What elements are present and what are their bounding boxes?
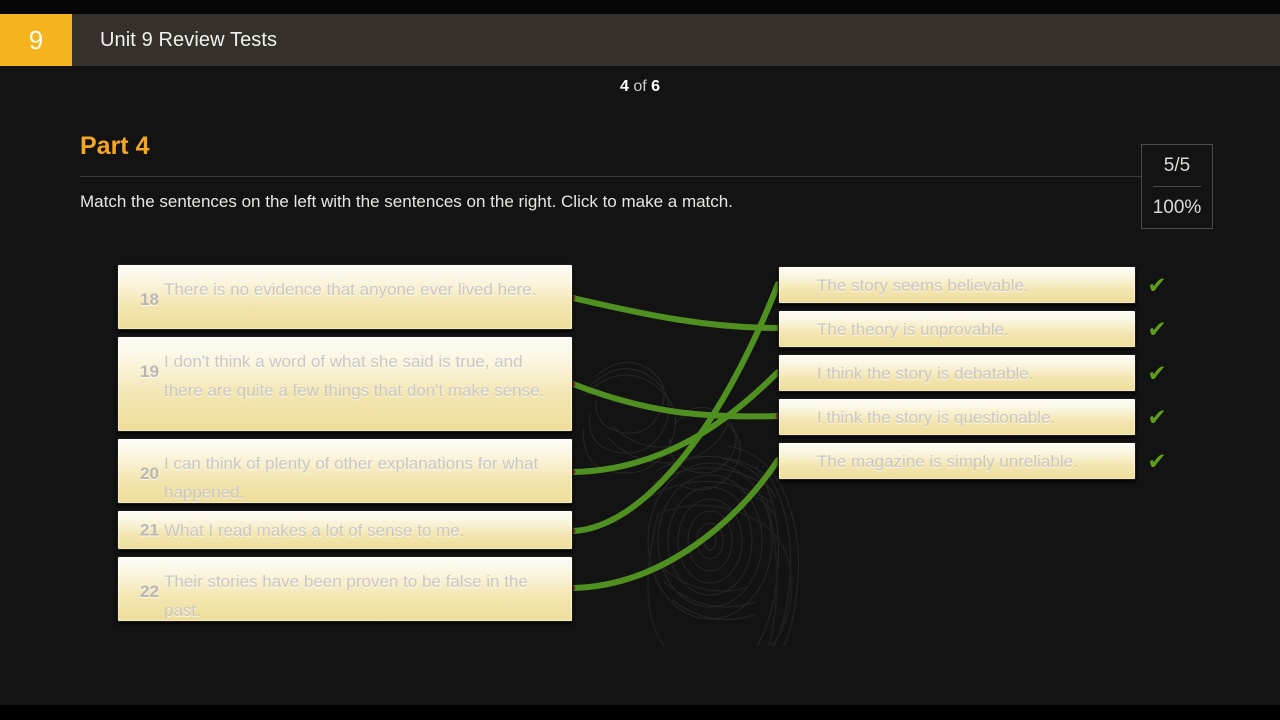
connector-line-18 [570, 295, 781, 331]
left-card-text: I don't think a word of what she said is… [164, 352, 545, 400]
right-card-text: The theory is unprovable. [817, 319, 1009, 339]
part-instructions: Match the sentences on the left with the… [80, 192, 733, 211]
left-match-card-18[interactable]: 18 There is no evidence that anyone ever… [117, 264, 573, 330]
right-match-card-1[interactable]: The story seems believable. [778, 266, 1136, 304]
connector-line-22 [570, 457, 781, 591]
score-box: 5/5 100% [1141, 144, 1213, 229]
left-match-card-20[interactable]: 20 I can think of plenty of other explan… [117, 438, 573, 504]
left-card-number: 19 [140, 362, 159, 381]
test-stage: 4 of 6 Part 4 Match the sentences on the… [0, 66, 1280, 705]
left-card-text: Their stories have been proven to be fal… [164, 572, 528, 620]
right-card-text: I think the story is questionable. [817, 407, 1056, 427]
right-match-card-3[interactable]: I think the story is debatable. [778, 354, 1136, 392]
connector-line-21 [570, 281, 781, 534]
page-counter-separator: of [633, 78, 647, 95]
left-match-card-21[interactable]: 21 What I read makes a lot of sense to m… [117, 510, 573, 550]
left-card-text: There is no evidence that anyone ever li… [164, 280, 537, 299]
correct-check-icon-5: ✔ [1147, 449, 1167, 475]
left-card-number: 21 [140, 520, 159, 540]
correct-check-icon-2: ✔ [1147, 317, 1167, 343]
page-title: Unit 9 Review Tests [100, 29, 278, 51]
right-card-text: The magazine is simply unreliable. [817, 451, 1078, 471]
left-card-number: 18 [140, 290, 159, 309]
left-card-text: I can think of plenty of other explanati… [164, 454, 539, 502]
test-page: 9 Unit 9 Review Tests 4 of 6 Part 4 Matc… [0, 0, 1280, 720]
correct-check-icon-1: ✔ [1147, 273, 1167, 299]
left-card-text: What I read makes a lot of sense to me. [164, 520, 465, 540]
right-match-card-5[interactable]: The magazine is simply unreliable. [778, 442, 1136, 480]
correct-check-icon-3: ✔ [1147, 361, 1167, 387]
correct-check-icon-4: ✔ [1147, 405, 1167, 431]
left-card-number: 22 [140, 582, 159, 601]
score-percent: 100% [1152, 196, 1202, 218]
part-heading: Part 4 [80, 132, 150, 160]
page-counter-total: 6 [651, 78, 661, 95]
score-fraction: 5/5 [1163, 154, 1191, 176]
heading-divider [80, 176, 1200, 177]
left-match-card-19[interactable]: 19 I don't think a word of what she said… [117, 336, 573, 432]
right-match-card-4[interactable]: I think the story is questionable. [778, 398, 1136, 436]
page-counter-current: 4 [619, 78, 629, 95]
connector-line-19 [570, 381, 781, 420]
app-header: 9 Unit 9 Review Tests [0, 14, 1280, 66]
left-card-number: 20 [140, 464, 159, 483]
top-black-band [0, 0, 1280, 14]
right-match-card-2[interactable]: The theory is unprovable. [778, 310, 1136, 348]
connector-line-20 [570, 369, 781, 475]
unit-number-badge: 9 [0, 14, 72, 66]
left-match-card-22[interactable]: 22 Their stories have been proven to be … [117, 556, 573, 622]
bottom-black-band [0, 705, 1280, 720]
right-card-text: I think the story is debatable. [817, 363, 1034, 383]
right-card-text: The story seems believable. [817, 275, 1029, 295]
page-counter: 4 of 6 [0, 78, 1280, 96]
